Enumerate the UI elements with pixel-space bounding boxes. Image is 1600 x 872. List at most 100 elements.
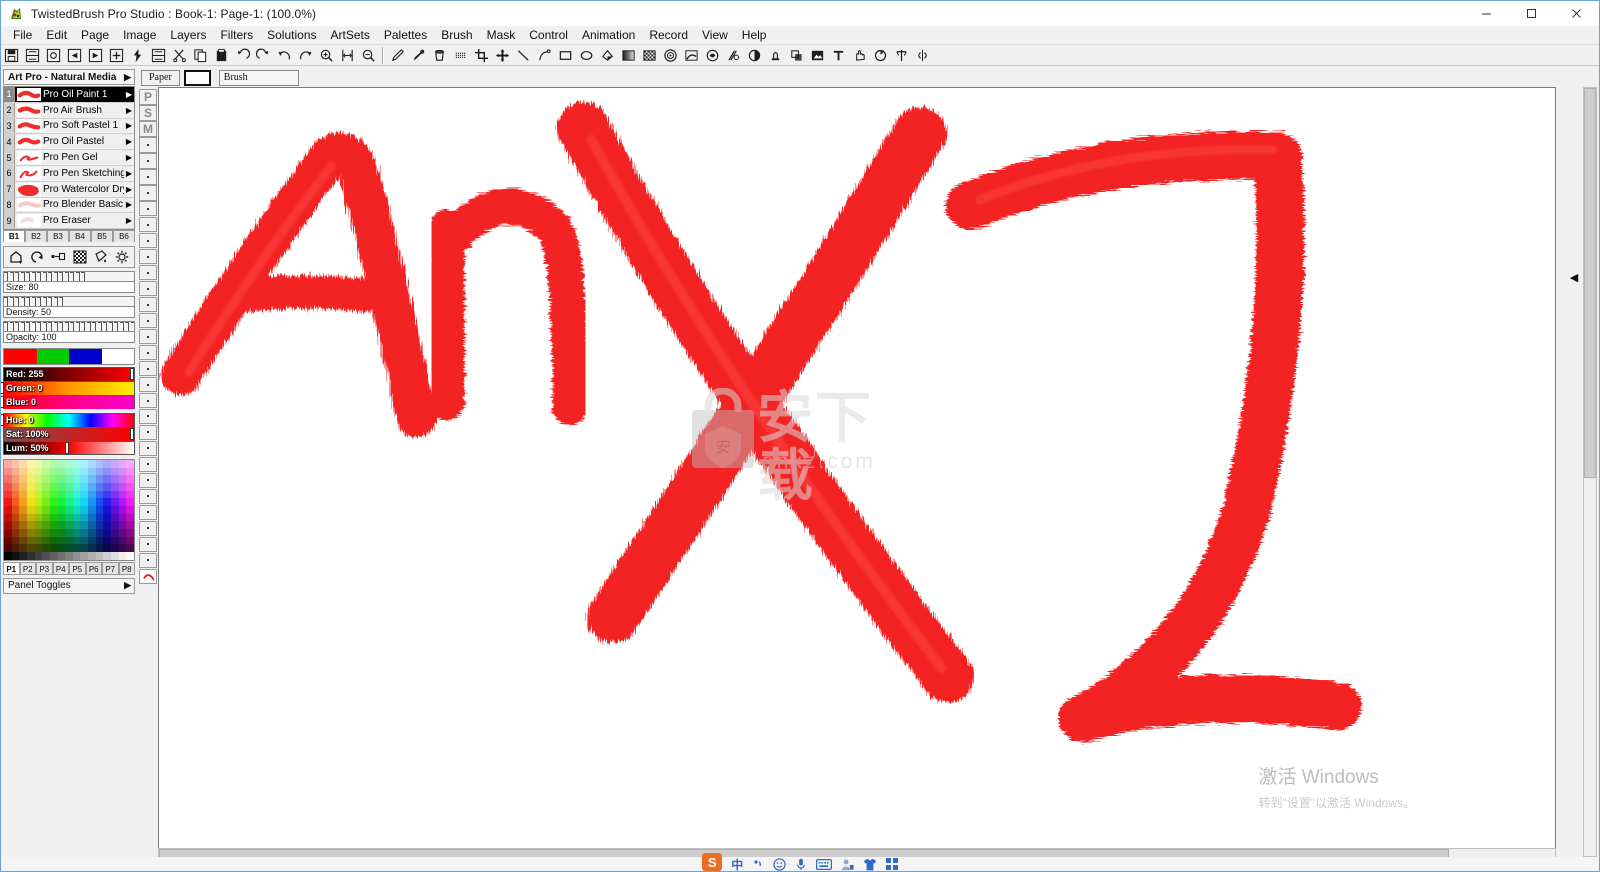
- slider-track[interactable]: [3, 321, 135, 333]
- palette-swatch[interactable]: [57, 467, 66, 476]
- palette-swatch[interactable]: [57, 475, 66, 484]
- menu-item-page[interactable]: Page: [74, 26, 116, 44]
- palette-swatch[interactable]: [103, 475, 112, 484]
- palette-swatch[interactable]: [19, 467, 27, 476]
- palette-swatch[interactable]: [72, 521, 81, 530]
- slider-size[interactable]: Size: 80: [3, 271, 135, 294]
- palette-swatch[interactable]: [4, 490, 12, 499]
- palette-swatch[interactable]: [42, 460, 50, 468]
- lightning-icon[interactable]: [128, 46, 147, 65]
- palette-tab-p3[interactable]: P3: [36, 561, 53, 575]
- palette-swatch[interactable]: [118, 536, 127, 545]
- panel-toggle-slot[interactable]: [139, 296, 157, 313]
- save-icon[interactable]: [2, 46, 21, 65]
- palette-swatch[interactable]: [80, 498, 89, 507]
- palette-swatch[interactable]: [49, 475, 58, 484]
- stamp-icon[interactable]: [766, 46, 785, 65]
- palette-swatch[interactable]: [11, 467, 20, 476]
- new-shape-icon[interactable]: [7, 248, 25, 266]
- palette-swatch[interactable]: [49, 552, 58, 560]
- palette-swatch[interactable]: [19, 521, 27, 530]
- palette-swatch[interactable]: [42, 467, 50, 476]
- palette-swatch[interactable]: [126, 498, 134, 507]
- palette-swatch[interactable]: [72, 483, 81, 491]
- palette-swatch[interactable]: [42, 529, 50, 537]
- palette-swatch[interactable]: [118, 467, 127, 476]
- palette-swatch[interactable]: [65, 536, 73, 545]
- skin-icon[interactable]: [863, 858, 877, 871]
- panel-toggle-slot[interactable]: [139, 456, 157, 473]
- bucket-icon[interactable]: [430, 46, 449, 65]
- hand-icon[interactable]: [850, 46, 869, 65]
- redo-step-icon[interactable]: [254, 46, 273, 65]
- palette-swatch[interactable]: [49, 490, 58, 499]
- palette-swatch[interactable]: [95, 536, 104, 545]
- chevron-right-icon[interactable]: ▶: [124, 90, 134, 99]
- eyedropper-icon[interactable]: [409, 46, 428, 65]
- palette-swatch[interactable]: [103, 483, 112, 491]
- palette-swatch[interactable]: [19, 544, 27, 553]
- panel-toggle-slot[interactable]: [139, 424, 157, 441]
- palette-swatch[interactable]: [88, 544, 96, 553]
- palette-tab-p6[interactable]: P6: [85, 561, 102, 575]
- mask-edit-icon[interactable]: [703, 46, 722, 65]
- palette-swatch[interactable]: [103, 544, 112, 553]
- brush-list-item[interactable]: 2 Pro Air Brush ▶: [4, 102, 134, 119]
- palette-swatch[interactable]: [65, 498, 73, 507]
- palette-swatch[interactable]: [72, 467, 81, 476]
- color-slider-green[interactable]: Green: 0: [1, 381, 135, 396]
- palette-swatch[interactable]: [49, 521, 58, 530]
- palette-swatch[interactable]: [19, 498, 27, 507]
- clone-icon[interactable]: [787, 46, 806, 65]
- brush-tab-b1[interactable]: B1: [3, 230, 25, 243]
- brush-name-field[interactable]: Brush: [218, 69, 299, 86]
- chevron-right-icon[interactable]: ▶: [124, 137, 134, 146]
- palette-swatch[interactable]: [4, 529, 12, 537]
- curve-icon[interactable]: [535, 46, 554, 65]
- rgb-swatch[interactable]: [69, 349, 102, 365]
- gradient-icon[interactable]: [619, 46, 638, 65]
- rgb-swatch[interactable]: [4, 349, 37, 365]
- keyboard-icon[interactable]: [816, 858, 833, 870]
- palette-swatch[interactable]: [126, 475, 134, 484]
- palette-swatch[interactable]: [95, 513, 104, 522]
- rotate-icon[interactable]: [871, 46, 890, 65]
- chevron-right-icon[interactable]: ▶: [124, 185, 134, 194]
- palette-swatch[interactable]: [4, 475, 12, 484]
- brush-list-item[interactable]: 3 Pro Soft Pastel 1 ▶: [4, 118, 134, 135]
- palette-swatch[interactable]: [34, 544, 43, 553]
- palette-swatch[interactable]: [80, 521, 89, 530]
- palette-tab-p4[interactable]: P4: [52, 561, 69, 575]
- palette-swatch[interactable]: [4, 521, 12, 530]
- palette-swatch[interactable]: [111, 529, 119, 537]
- ellipse-icon[interactable]: [577, 46, 596, 65]
- palette-swatch[interactable]: [111, 544, 119, 553]
- mask-invert-icon[interactable]: [745, 46, 764, 65]
- rgb-swatch[interactable]: [101, 349, 134, 365]
- slider-density[interactable]: Density: 50: [3, 296, 135, 319]
- palette-swatch[interactable]: [49, 529, 58, 537]
- palette-swatch[interactable]: [88, 483, 96, 491]
- palette-swatch[interactable]: [11, 552, 20, 560]
- palette-swatch[interactable]: [118, 506, 127, 514]
- palette-swatch[interactable]: [88, 513, 96, 522]
- color-slider-knob[interactable]: [130, 428, 134, 441]
- palette-swatch[interactable]: [34, 475, 43, 484]
- palette-swatch[interactable]: [111, 552, 119, 560]
- palette-swatch[interactable]: [88, 460, 96, 468]
- menu-item-file[interactable]: File: [6, 26, 39, 44]
- panel-toggle-slot[interactable]: [139, 536, 157, 553]
- color-slider-knob[interactable]: [1, 396, 4, 409]
- color-slider-red[interactable]: Red: 255: [3, 367, 135, 382]
- page-next-icon[interactable]: [86, 46, 105, 65]
- palette-swatch[interactable]: [118, 529, 127, 537]
- palette-swatch[interactable]: [49, 498, 58, 507]
- menu-item-brush[interactable]: Brush: [434, 26, 479, 44]
- emoji-icon[interactable]: [773, 857, 786, 871]
- palette-swatch[interactable]: [49, 483, 58, 491]
- palette-swatch[interactable]: [42, 544, 50, 553]
- palette-swatch[interactable]: [11, 498, 20, 507]
- palette-swatch[interactable]: [57, 513, 66, 522]
- palette-swatch[interactable]: [118, 552, 127, 560]
- palette-swatch[interactable]: [11, 544, 20, 553]
